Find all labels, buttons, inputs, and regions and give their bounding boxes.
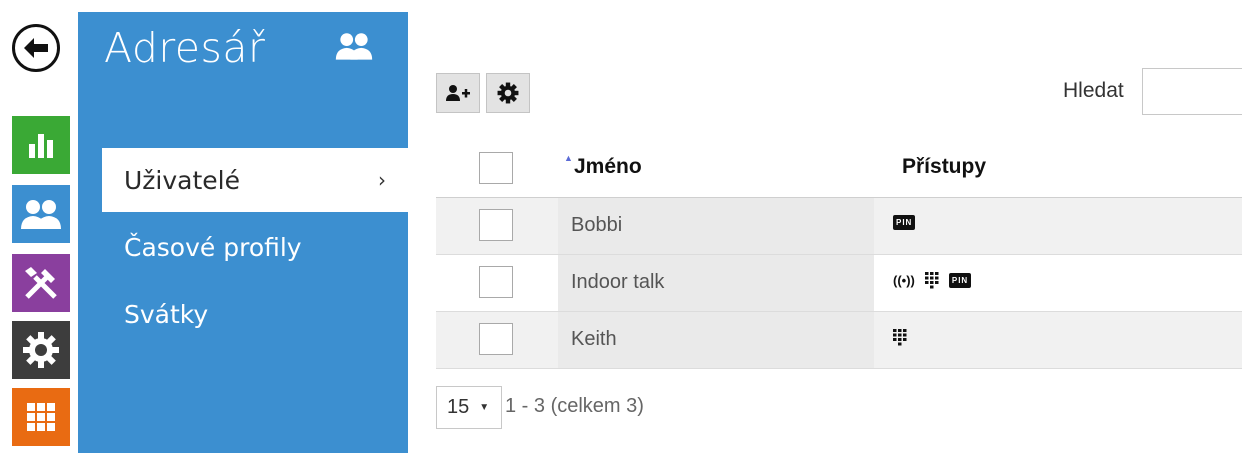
page-size-select[interactable]: 15 ▼ (436, 386, 502, 429)
menu-item-time-profiles[interactable]: Časové profily (102, 215, 408, 279)
caret-down-icon: ▼ (479, 402, 490, 413)
section-title: Adresář (104, 24, 266, 72)
select-all-checkbox[interactable] (479, 152, 513, 184)
table-row[interactable]: Indoor talk ((•)) PIN (436, 255, 1242, 312)
pin-icon: PIN (893, 215, 916, 230)
user-name: Bobbi (571, 214, 623, 236)
nav-rail (0, 0, 78, 453)
bar-chart-icon (29, 134, 53, 158)
add-user-button[interactable] (436, 73, 480, 113)
row-checkbox[interactable] (479, 209, 513, 241)
rfid-icon: ((•)) (893, 273, 915, 288)
gear-icon (23, 332, 59, 368)
column-header-access: Přístupy (902, 155, 987, 178)
search-input[interactable] (1142, 68, 1242, 115)
table-row[interactable]: Bobbi PIN (436, 198, 1242, 255)
section-menu: Adresář Uživatelé › Časové profily Svátk… (78, 12, 408, 453)
table-row[interactable]: Keith (436, 312, 1242, 369)
sort-ascending-icon[interactable]: ▲ (564, 153, 573, 163)
add-user-icon (446, 85, 470, 101)
row-checkbox[interactable] (479, 323, 513, 355)
column-header-name[interactable]: Jméno (574, 155, 642, 179)
keypad-icon (924, 272, 939, 289)
table-header: ▲ Jméno Přístupy (436, 141, 1242, 198)
row-checkbox[interactable] (479, 266, 513, 298)
users-icon (334, 30, 374, 67)
keypad-icon (893, 329, 907, 346)
menu-item-users[interactable]: Uživatelé › (102, 148, 408, 212)
settings-button[interactable] (486, 73, 530, 113)
tools-icon (25, 267, 57, 299)
status-tile[interactable] (12, 116, 70, 174)
services-tile[interactable] (12, 388, 70, 446)
system-tile[interactable] (12, 321, 70, 379)
menu-item-label: Uživatelé (124, 165, 240, 195)
pin-icon: PIN (948, 273, 972, 288)
gear-icon (497, 82, 519, 104)
grid-icon (27, 403, 55, 431)
menu-item-label: Svátky (124, 299, 209, 329)
access-methods (893, 329, 907, 346)
users-icon (21, 200, 61, 229)
menu-item-label: Časové profily (124, 232, 302, 262)
arrow-left-icon (24, 38, 48, 58)
directory-tile[interactable] (12, 185, 70, 243)
page-size-value: 15 (447, 396, 470, 418)
back-button[interactable] (12, 24, 60, 72)
pagination-info: 1 - 3 (celkem 3) (505, 395, 644, 417)
menu-item-holidays[interactable]: Svátky (102, 282, 408, 346)
access-methods: PIN (893, 215, 916, 230)
user-name: Keith (571, 328, 617, 350)
access-methods: ((•)) PIN (893, 272, 972, 289)
users-table: ▲ Jméno Přístupy Bobbi PIN Indoor talk (… (436, 141, 1242, 369)
user-name: Indoor talk (571, 271, 665, 293)
search-label: Hledat (1063, 79, 1124, 102)
hardware-tile[interactable] (12, 254, 70, 312)
chevron-right-icon: › (378, 168, 386, 192)
